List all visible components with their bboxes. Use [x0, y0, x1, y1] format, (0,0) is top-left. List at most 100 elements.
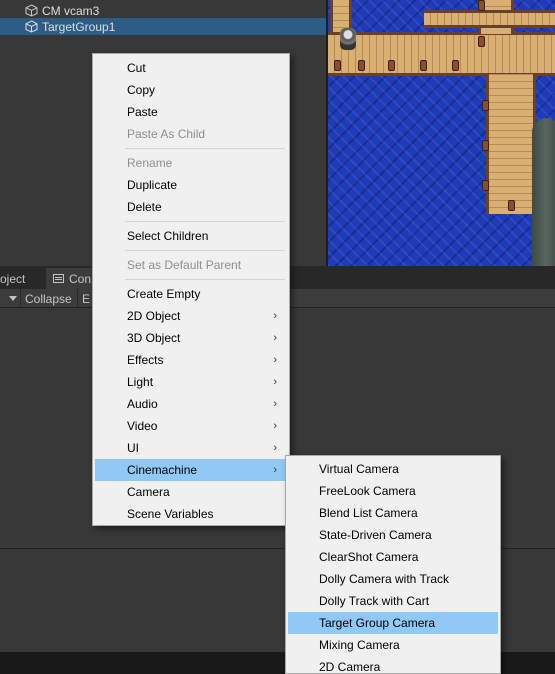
- menu-item-audio[interactable]: Audio ›: [95, 393, 287, 415]
- menu-item-label: Video: [127, 419, 158, 433]
- tab-label: Con: [69, 271, 92, 286]
- submenu-item-blend-list-camera[interactable]: Blend List Camera: [288, 502, 498, 524]
- menu-item-select-children[interactable]: Select Children: [95, 225, 287, 247]
- menu-item-label: Set as Default Parent: [127, 258, 242, 272]
- menu-item-video[interactable]: Video ›: [95, 415, 287, 437]
- menu-item-label: Cut: [127, 61, 146, 75]
- menu-item-label: Create Empty: [127, 287, 201, 301]
- menu-item-label: UI: [127, 441, 139, 455]
- menu-item-cut[interactable]: Cut: [95, 57, 287, 79]
- menu-item-label: State-Driven Camera: [319, 528, 432, 542]
- scene-post: [334, 60, 341, 71]
- menu-separator: [125, 148, 285, 149]
- menu-item-light[interactable]: Light ›: [95, 371, 287, 393]
- menu-item-paste-as-child[interactable]: Paste As Child: [95, 123, 287, 145]
- menu-item-label: Duplicate: [127, 178, 178, 192]
- menu-item-duplicate[interactable]: Duplicate: [95, 174, 287, 196]
- hierarchy-item-label: CM vcam3: [42, 3, 100, 18]
- menu-item-camera[interactable]: Camera: [95, 481, 287, 503]
- menu-item-effects[interactable]: Effects ›: [95, 349, 287, 371]
- menu-item-label: Delete: [127, 200, 162, 214]
- menu-item-label: 2D Camera: [319, 660, 381, 674]
- menu-item-copy[interactable]: Copy: [95, 79, 287, 101]
- menu-item-delete[interactable]: Delete: [95, 196, 287, 218]
- context-menu: Cut Copy Paste Paste As Child Rename Dup…: [92, 53, 290, 526]
- menu-separator: [125, 250, 285, 251]
- menu-item-cinemachine[interactable]: Cinemachine ›: [95, 459, 287, 481]
- collapse-label: Collapse: [25, 291, 72, 306]
- menu-item-label: Effects: [127, 353, 164, 367]
- scene-post: [420, 60, 427, 71]
- menu-separator: [125, 279, 285, 280]
- submenu-item-dolly-track-with-cart[interactable]: Dolly Track with Cart: [288, 590, 498, 612]
- hierarchy-item-targetgroup1[interactable]: TargetGroup1: [0, 18, 326, 35]
- menu-item-label: Select Children: [127, 229, 209, 243]
- scene-post: [478, 0, 485, 11]
- submenu-item-state-driven-camera[interactable]: State-Driven Camera: [288, 524, 498, 546]
- submenu-item-virtual-camera[interactable]: Virtual Camera: [288, 458, 498, 480]
- menu-item-label: Dolly Track with Cart: [319, 594, 430, 608]
- submenu-arrow-icon: ›: [273, 420, 277, 432]
- menu-item-label: Target Group Camera: [319, 616, 436, 630]
- scene-post: [482, 100, 489, 111]
- gameobject-cube-icon: [24, 20, 38, 34]
- gameobject-cube-icon: [24, 4, 38, 18]
- tab-label: oject: [0, 271, 26, 286]
- menu-item-label: Copy: [127, 83, 156, 97]
- submenu-item-target-group-camera[interactable]: Target Group Camera: [288, 612, 498, 634]
- menu-item-label: 3D Object: [127, 331, 181, 345]
- menu-item-label: Virtual Camera: [319, 462, 399, 476]
- menu-item-label: Rename: [127, 156, 173, 170]
- submenu-item-2d-camera[interactable]: 2D Camera: [288, 656, 498, 674]
- submenu-arrow-icon: ›: [273, 354, 277, 366]
- menu-item-rename[interactable]: Rename: [95, 152, 287, 174]
- scene-boat: [532, 118, 555, 266]
- scene-dock-plank: [486, 74, 536, 214]
- submenu-arrow-icon: ›: [273, 464, 277, 476]
- menu-separator: [125, 221, 285, 222]
- menu-item-label: Audio: [127, 397, 158, 411]
- menu-item-create-empty[interactable]: Create Empty: [95, 283, 287, 305]
- menu-item-ui[interactable]: UI ›: [95, 437, 287, 459]
- menu-item-paste[interactable]: Paste: [95, 101, 287, 123]
- submenu-item-mixing-camera[interactable]: Mixing Camera: [288, 634, 498, 656]
- menu-item-label: Camera: [127, 485, 170, 499]
- console-icon: [53, 274, 64, 283]
- scene-dock-plank: [424, 10, 555, 28]
- submenu-item-dolly-camera-with-track[interactable]: Dolly Camera with Track: [288, 568, 498, 590]
- menu-item-label: Cinemachine: [127, 463, 198, 477]
- submenu-item-clearshot-camera[interactable]: ClearShot Camera: [288, 546, 498, 568]
- dropdown-arrow-icon: [9, 296, 17, 301]
- tab-project[interactable]: oject: [0, 268, 46, 289]
- menu-item-label: Scene Variables: [127, 507, 214, 521]
- menu-item-scene-variables[interactable]: Scene Variables: [95, 503, 287, 525]
- scene-character: [340, 28, 356, 50]
- collapse-button[interactable]: Collapse: [20, 289, 78, 308]
- submenu-arrow-icon: ›: [273, 442, 277, 454]
- scene-post: [388, 60, 395, 71]
- scene-post: [482, 180, 489, 191]
- menu-item-label: Paste: [127, 105, 158, 119]
- scene-post: [358, 60, 365, 71]
- menu-item-label: 2D Object: [127, 309, 181, 323]
- menu-item-2d-object[interactable]: 2D Object ›: [95, 305, 287, 327]
- menu-item-label: Blend List Camera: [319, 506, 418, 520]
- error-pause-label: E: [82, 291, 91, 306]
- hierarchy-item-label: TargetGroup1: [42, 19, 116, 34]
- menu-item-label: Mixing Camera: [319, 638, 400, 652]
- submenu-arrow-icon: ›: [273, 398, 277, 410]
- menu-item-label: Paste As Child: [127, 127, 206, 141]
- menu-item-3d-object[interactable]: 3D Object ›: [95, 327, 287, 349]
- submenu-arrow-icon: ›: [273, 310, 277, 322]
- scene-post: [482, 140, 489, 151]
- submenu-arrow-icon: ›: [273, 376, 277, 388]
- submenu-item-freelook-camera[interactable]: FreeLook Camera: [288, 480, 498, 502]
- menu-item-set-default-parent[interactable]: Set as Default Parent: [95, 254, 287, 276]
- clear-dropdown-button[interactable]: [0, 289, 20, 308]
- menu-item-label: ClearShot Camera: [319, 550, 419, 564]
- submenu-arrow-icon: ›: [273, 332, 277, 344]
- scene-view[interactable]: [326, 0, 555, 266]
- menu-item-label: Dolly Camera with Track: [319, 572, 450, 586]
- menu-item-label: Light: [127, 375, 154, 389]
- hierarchy-item-cm-vcam3[interactable]: CM vcam3: [0, 2, 326, 19]
